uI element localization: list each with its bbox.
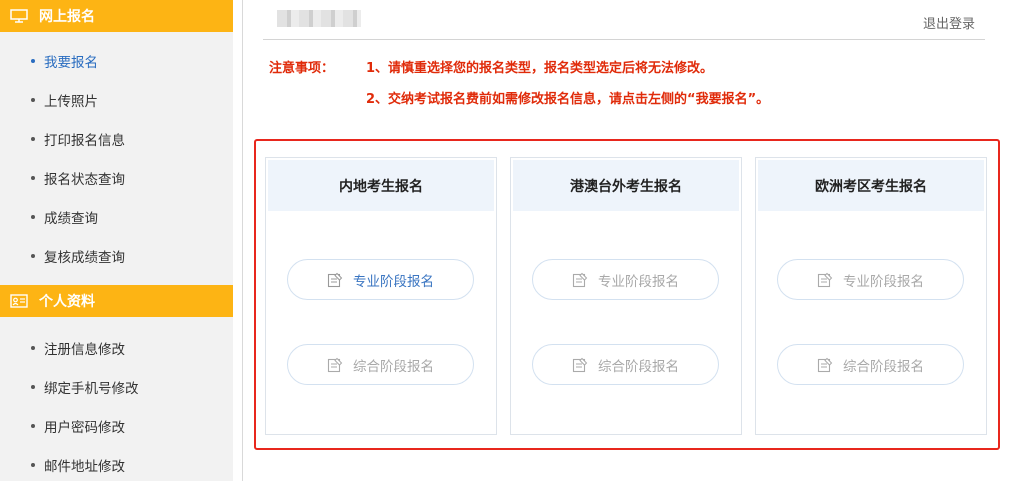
sidebar-item-apply[interactable]: 我要报名 xyxy=(0,43,233,79)
divider xyxy=(242,0,243,481)
sidebar-item-status-query[interactable]: 报名状态查询 xyxy=(0,160,233,196)
sidebar-item-edit-password[interactable]: 用户密码修改 xyxy=(0,408,233,444)
comprehensive-stage-button[interactable]: 综合阶段报名 xyxy=(532,344,719,385)
id-card-icon xyxy=(10,294,28,308)
section-header-personal-info: 个人资料 xyxy=(0,285,233,317)
card-title: 港澳台外考生报名 xyxy=(513,160,739,211)
section-title: 个人资料 xyxy=(39,294,95,310)
edit-form-icon xyxy=(327,272,343,288)
card-title: 内地考生报名 xyxy=(268,160,494,211)
sidebar-item-score-query[interactable]: 成绩查询 xyxy=(0,199,233,235)
sidebar-item-label: 上传照片 xyxy=(44,94,98,110)
sidebar-item-label: 成绩查询 xyxy=(44,211,98,227)
bullet-icon xyxy=(31,385,35,389)
section-header-online-registration: 网上报名 xyxy=(0,0,233,32)
sidebar-item-label: 报名状态查询 xyxy=(44,172,125,188)
username-blurred xyxy=(277,10,361,27)
notice-line-1: 1、请慎重选择您的报名类型，报名类型选定后将无法修改。 xyxy=(366,61,714,76)
edit-form-icon xyxy=(572,272,588,288)
sidebar-item-print-info[interactable]: 打印报名信息 xyxy=(0,121,233,157)
sidebar-item-label: 复核成绩查询 xyxy=(44,250,125,266)
sidebar: 网上报名 我要报名 上传照片 打印报名信息 报名状态查询 成绩查询 复核成绩查询… xyxy=(0,0,233,481)
edit-form-icon xyxy=(327,357,343,373)
edit-form-icon xyxy=(817,272,833,288)
sidebar-item-label: 我要报名 xyxy=(44,55,98,71)
bullet-icon xyxy=(31,215,35,219)
button-label: 综合阶段报名 xyxy=(353,358,434,375)
bullet-icon xyxy=(31,59,35,63)
edit-form-icon xyxy=(817,357,833,373)
button-label: 综合阶段报名 xyxy=(598,358,679,375)
card-hk-macau-taiwan-overseas: 港澳台外考生报名 专业阶段报名 综合阶段报名 xyxy=(510,157,742,435)
button-label: 综合阶段报名 xyxy=(843,358,924,375)
divider xyxy=(263,39,985,40)
notice-label: 注意事项： xyxy=(269,61,335,76)
professional-stage-button[interactable]: 专业阶段报名 xyxy=(777,259,964,300)
sidebar-item-edit-phone[interactable]: 绑定手机号修改 xyxy=(0,369,233,405)
button-label: 专业阶段报名 xyxy=(598,273,679,290)
card-europe: 欧洲考区考生报名 专业阶段报名 综合阶段报名 xyxy=(755,157,987,435)
bullet-icon xyxy=(31,137,35,141)
sidebar-item-label: 邮件地址修改 xyxy=(44,459,125,475)
sidebar-item-label: 注册信息修改 xyxy=(44,342,125,358)
bullet-icon xyxy=(31,463,35,467)
button-label: 专业阶段报名 xyxy=(843,273,924,290)
bullet-icon xyxy=(31,346,35,350)
section-title: 网上报名 xyxy=(39,9,95,25)
edit-form-icon xyxy=(572,357,588,373)
bullet-icon xyxy=(31,98,35,102)
sidebar-item-upload-photo[interactable]: 上传照片 xyxy=(0,82,233,118)
sidebar-item-label: 绑定手机号修改 xyxy=(44,381,139,397)
monitor-icon xyxy=(10,9,28,23)
comprehensive-stage-button[interactable]: 综合阶段报名 xyxy=(777,344,964,385)
comprehensive-stage-button[interactable]: 综合阶段报名 xyxy=(287,344,474,385)
card-mainland: 内地考生报名 专业阶段报名 综合阶段报名 xyxy=(265,157,497,435)
bullet-icon xyxy=(31,176,35,180)
sidebar-item-edit-registration[interactable]: 注册信息修改 xyxy=(0,330,233,366)
sidebar-item-edit-email[interactable]: 邮件地址修改 xyxy=(0,447,233,483)
sidebar-item-review-score-query[interactable]: 复核成绩查询 xyxy=(0,238,233,274)
card-title: 欧洲考区考生报名 xyxy=(758,160,984,211)
logout-link[interactable]: 退出登录 xyxy=(923,13,975,32)
bullet-icon xyxy=(31,424,35,428)
sidebar-item-label: 用户密码修改 xyxy=(44,420,125,436)
sidebar-item-label: 打印报名信息 xyxy=(44,133,125,149)
professional-stage-button[interactable]: 专业阶段报名 xyxy=(287,259,474,300)
bullet-icon xyxy=(31,254,35,258)
notice-line-2: 2、交纳考试报名费前如需修改报名信息，请点击左侧的“我要报名”。 xyxy=(366,92,770,107)
button-label: 专业阶段报名 xyxy=(353,273,434,290)
professional-stage-button[interactable]: 专业阶段报名 xyxy=(532,259,719,300)
